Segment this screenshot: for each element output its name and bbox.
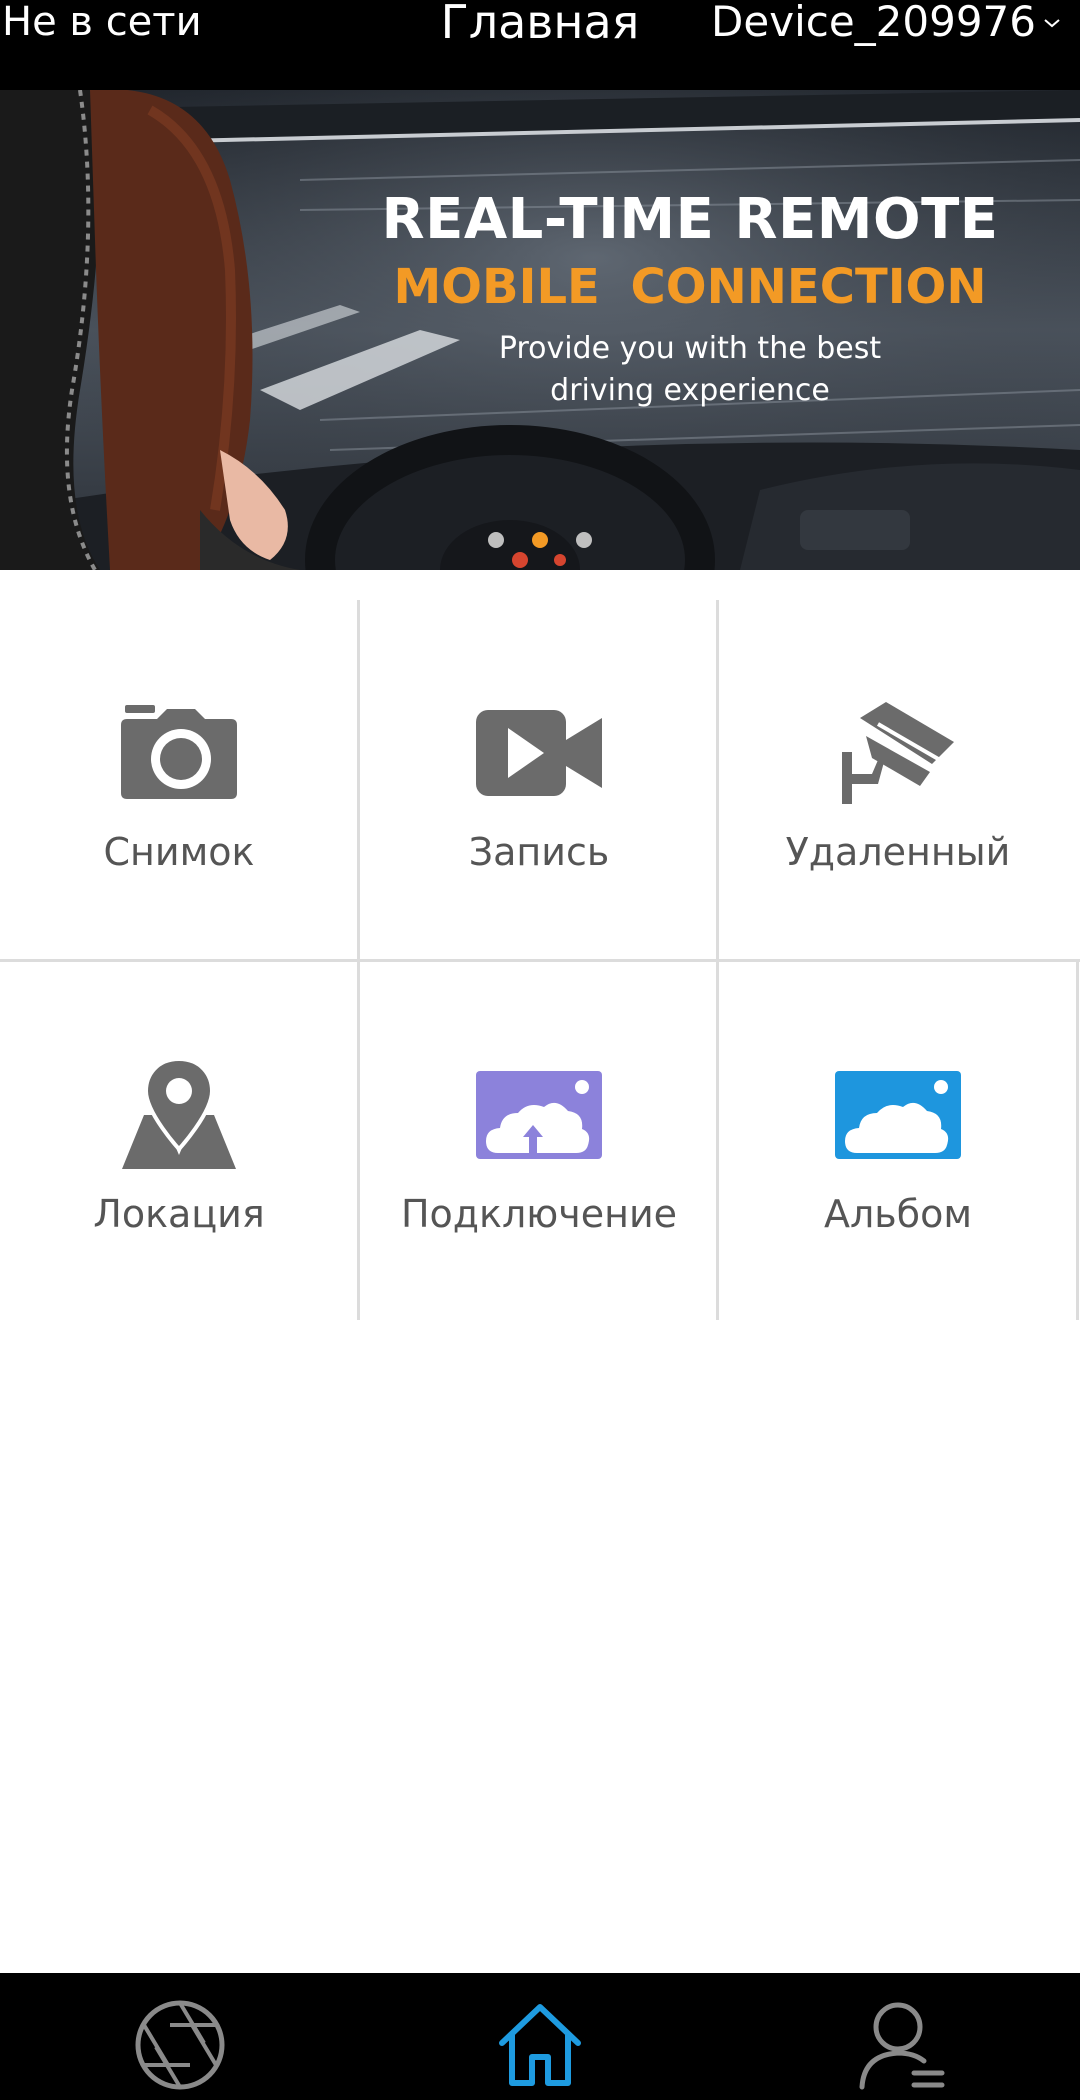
record-button[interactable]: Запись: [360, 600, 718, 960]
snapshot-button[interactable]: Снимок: [0, 600, 358, 960]
cloud-upload-icon: [476, 1071, 602, 1159]
album-label: Альбом: [823, 1192, 973, 1236]
carousel-dot-3[interactable]: [576, 532, 592, 548]
banner-subheadline: MOBILE CONNECTION: [393, 259, 987, 315]
record-label: Запись: [468, 830, 610, 874]
connection-button[interactable]: Подключение: [360, 962, 718, 1322]
connection-label: Подключение: [400, 1192, 678, 1236]
camera-icon: [121, 705, 237, 799]
device-name: Device_209976: [711, 0, 1036, 46]
bottom-nav: [0, 1973, 1080, 2100]
nav-camera-button[interactable]: [130, 1995, 230, 2095]
banner-tagline: Provide you with the best driving experi…: [370, 328, 1010, 412]
device-selector[interactable]: Device_209976: [711, 0, 1062, 44]
album-button[interactable]: Альбом: [719, 962, 1077, 1322]
video-camera-icon: [476, 710, 602, 796]
carousel-dot-1[interactable]: [488, 532, 504, 548]
user-icon: [859, 2002, 945, 2090]
remote-button[interactable]: Удаленный: [719, 600, 1077, 960]
home-icon: [499, 2004, 581, 2086]
carousel-dot-2[interactable]: [532, 532, 548, 548]
remote-label: Удаленный: [785, 830, 1011, 874]
nav-profile-button[interactable]: [852, 1995, 952, 2095]
top-bar: Не в сети Главная Device_209976: [0, 0, 1080, 90]
nav-home-button[interactable]: [490, 1995, 590, 2095]
snapshot-label: Снимок: [103, 830, 255, 874]
location-label: Локация: [93, 1192, 265, 1236]
location-button[interactable]: Локация: [0, 962, 358, 1322]
banner-headline: REAL-TIME REMOTE: [381, 187, 999, 252]
chevron-down-icon: [1044, 19, 1060, 28]
carousel-indicator: [0, 532, 1080, 548]
promo-banner[interactable]: REAL-TIME REMOTE MOBILE CONNECTION Provi…: [0, 90, 1080, 570]
cloud-album-icon: [835, 1071, 961, 1159]
cctv-icon: [842, 702, 954, 804]
feature-grid: Снимок Запись Удаленный Локация Подключе…: [0, 600, 1080, 1320]
aperture-icon: [135, 2000, 225, 2090]
location-map-icon: [122, 1059, 236, 1169]
banner-tagline-line2: driving experience: [550, 373, 830, 408]
banner-tagline-line1: Provide you with the best: [498, 331, 882, 366]
